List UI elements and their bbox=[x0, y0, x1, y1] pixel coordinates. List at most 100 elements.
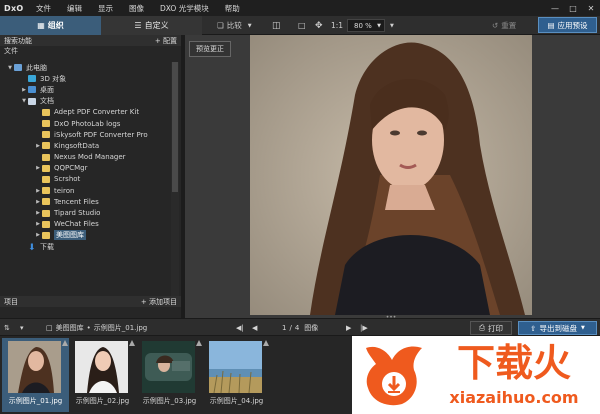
tree-node[interactable]: ⬇ 下载 bbox=[0, 241, 171, 254]
last-page-icon[interactable]: |▶ bbox=[360, 322, 368, 334]
close-icon[interactable]: ✕ bbox=[582, 4, 600, 13]
tree-node[interactable]: ▶ Tipard Studio bbox=[0, 207, 171, 218]
configure-button[interactable]: + 配置 bbox=[155, 36, 177, 46]
menu-dxo-optics[interactable]: DXO 光学模块 bbox=[152, 3, 217, 14]
chevron-down-icon[interactable]: ▼ bbox=[581, 325, 585, 331]
printer-icon: ⎙ bbox=[479, 323, 485, 332]
chevron-down-icon: ▼ bbox=[247, 22, 252, 29]
menu-file[interactable]: 文件 bbox=[28, 3, 59, 14]
preview-image bbox=[250, 35, 532, 315]
minimize-icon[interactable]: — bbox=[546, 4, 564, 13]
folder-icon bbox=[42, 120, 50, 128]
previous-page-icon[interactable]: ◀ bbox=[252, 322, 257, 334]
compare-dropdown[interactable]: ❏ 比较 ▼ bbox=[217, 18, 252, 33]
folder-tree: ▼ 此电脑 3D 对象 ▶ 桌面 ▼ 文档 Adept PDF Converte… bbox=[0, 62, 171, 254]
tree-node[interactable]: ▶ KingsoftData bbox=[0, 140, 171, 151]
add-project-button[interactable]: + 添加项目 bbox=[141, 297, 177, 307]
folder-icon bbox=[42, 142, 50, 150]
tree-node[interactable]: ▼ 此电脑 bbox=[0, 62, 171, 73]
chevron-right-icon[interactable]: ▶ bbox=[34, 199, 42, 205]
thumbnail[interactable]: 示例图片_04.jpg bbox=[203, 338, 270, 412]
folder-icon bbox=[42, 209, 50, 217]
page-separator: / bbox=[289, 324, 292, 332]
thumbnail-caption: 示例图片_02.jpg bbox=[75, 397, 130, 405]
tree-vertical-scrollbar[interactable] bbox=[171, 62, 179, 310]
sliders-icon: ☰ bbox=[134, 21, 142, 30]
tree-node-label: Tipard Studio bbox=[54, 209, 101, 218]
tree-node-label: iSkysoft PDF Converter Pro bbox=[54, 130, 148, 139]
tab-customize[interactable]: ☰ 自定义 bbox=[101, 16, 202, 35]
apply-preset-button[interactable]: ▤ 应用预设 bbox=[538, 17, 597, 33]
tree-node[interactable]: ▶ Tencent Files bbox=[0, 196, 171, 207]
chevron-right-icon[interactable]: ▶ bbox=[34, 232, 42, 238]
compare-correction-button[interactable]: 预览更正 bbox=[189, 41, 231, 57]
folder-icon bbox=[42, 108, 50, 116]
maximize-icon[interactable]: □ bbox=[564, 4, 582, 13]
reset-button[interactable]: ↺ 重置 bbox=[492, 18, 532, 33]
first-page-icon[interactable]: ◀| bbox=[236, 322, 244, 334]
tree-node[interactable]: Nexus Mod Manager bbox=[0, 152, 171, 163]
tree-node[interactable]: DxO PhotoLab logs bbox=[0, 118, 171, 129]
export-to-disk-button[interactable]: ⇧ 导出到磁盘 ▼ bbox=[518, 321, 597, 335]
tree-node[interactable]: 3D 对象 bbox=[0, 73, 171, 84]
chevron-right-icon[interactable]: ▶ bbox=[34, 210, 42, 216]
menu-image[interactable]: 图像 bbox=[121, 3, 152, 14]
menu-help[interactable]: 帮助 bbox=[217, 3, 248, 14]
projects-title: 项目 bbox=[4, 297, 18, 306]
ratio-button[interactable]: 1:1 bbox=[331, 18, 343, 33]
tree-node-label: Scrshot bbox=[54, 175, 81, 184]
tree-node[interactable]: iSkysoft PDF Converter Pro bbox=[0, 129, 171, 140]
tree-node[interactable]: Scrshot bbox=[0, 174, 171, 185]
chevron-right-icon[interactable]: ▶ bbox=[34, 188, 42, 194]
cube-icon bbox=[28, 75, 36, 83]
tab-organize[interactable]: ▦ 组织 bbox=[0, 16, 101, 35]
zoom-select[interactable]: 80 % ▼ bbox=[347, 19, 385, 32]
computer-icon bbox=[14, 64, 22, 72]
chevron-right-icon[interactable]: ▶ bbox=[34, 143, 42, 149]
filter-icon[interactable]: ▾ bbox=[20, 322, 24, 334]
thumbnail[interactable]: 示例图片_02.jpg bbox=[69, 338, 136, 412]
tree-node[interactable]: ▶ WeChat Files bbox=[0, 219, 171, 230]
split-view-icon[interactable]: ◫ bbox=[272, 18, 281, 33]
tree-node-selected[interactable]: ▶ 美图图库 bbox=[0, 230, 171, 241]
tab-organize-label: 组织 bbox=[47, 21, 64, 30]
desktop-icon bbox=[28, 86, 36, 94]
tree-node-label: QQPCMgr bbox=[54, 164, 88, 173]
folder-icon bbox=[42, 175, 50, 183]
chevron-right-icon[interactable]: ▶ bbox=[34, 221, 42, 227]
chevron-down-icon[interactable]: ▼ bbox=[20, 98, 28, 104]
menu-edit[interactable]: 编辑 bbox=[59, 3, 90, 14]
undo-icon: ↺ bbox=[492, 21, 499, 30]
tree-node-label: 3D 对象 bbox=[40, 74, 67, 83]
crop-icon[interactable]: □ bbox=[298, 18, 306, 33]
tree-node[interactable]: ▶ teiron bbox=[0, 185, 171, 196]
print-button[interactable]: ⎙ 打印 bbox=[470, 321, 512, 335]
tree-node-label: DxO PhotoLab logs bbox=[54, 119, 121, 128]
warning-icon bbox=[62, 340, 68, 346]
chevron-right-icon[interactable]: ▶ bbox=[34, 165, 42, 171]
breadcrumb-folder[interactable]: 美图图库 bbox=[56, 323, 84, 333]
scrollbar-thumb[interactable] bbox=[172, 62, 178, 192]
apply-preset-label: 应用预设 bbox=[557, 20, 588, 30]
tree-node[interactable]: ▶ QQPCMgr bbox=[0, 163, 171, 174]
tree-node[interactable]: ▶ 桌面 bbox=[0, 84, 171, 95]
menu-display[interactable]: 显示 bbox=[90, 3, 121, 14]
next-page-icon[interactable]: ▶ bbox=[346, 322, 351, 334]
tree-node[interactable]: Adept PDF Converter Kit bbox=[0, 107, 171, 118]
export-icon: ⇧ bbox=[530, 323, 537, 333]
move-icon[interactable]: ✥ bbox=[315, 18, 323, 33]
zoom-chevron-icon[interactable]: ▼ bbox=[390, 18, 394, 33]
thumbnail[interactable]: 示例图片_03.jpg bbox=[136, 338, 203, 412]
grid-icon: ▦ bbox=[37, 21, 45, 30]
tree-node-label: 美图图库 bbox=[54, 230, 86, 241]
chevron-right-icon[interactable]: ▶ bbox=[20, 87, 28, 93]
tree-node-label: 此电脑 bbox=[26, 63, 47, 72]
tree-node[interactable]: ▼ 文档 bbox=[0, 96, 171, 107]
thumbnail-selected[interactable]: 示例图片_01.jpg bbox=[2, 338, 69, 412]
reset-label: 重置 bbox=[501, 21, 517, 30]
folder-icon bbox=[42, 153, 50, 161]
sort-icon[interactable]: ⇅ bbox=[4, 322, 10, 334]
chevron-down-icon[interactable]: ▼ bbox=[6, 65, 14, 71]
breadcrumb-file: 示例图片_01.jpg bbox=[93, 324, 148, 332]
folder-icon bbox=[42, 198, 50, 206]
